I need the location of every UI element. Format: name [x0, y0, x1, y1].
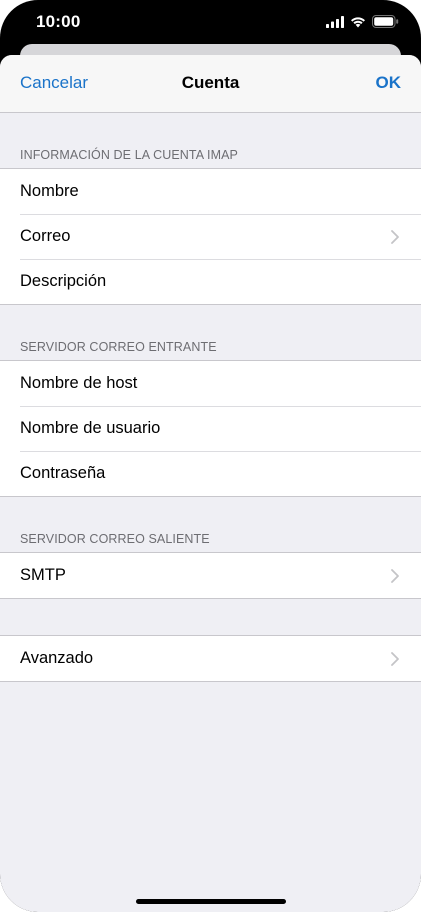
hostname-row[interactable]: Nombre de host [0, 361, 421, 406]
section-header-incoming: SERVIDOR CORREO ENTRANTE [20, 340, 217, 354]
name-label: Nombre [20, 182, 79, 200]
password-label: Contraseña [20, 464, 106, 482]
navigation-bar: Cancelar Cuenta OK [0, 55, 421, 113]
chevron-right-icon [391, 569, 399, 583]
status-icons [326, 15, 399, 28]
smtp-row[interactable]: SMTP [0, 553, 421, 598]
advanced-group: Avanzado [0, 635, 421, 682]
advanced-row[interactable]: Avanzado [0, 636, 421, 681]
account-sheet: Cancelar Cuenta OK INFORMACIÓN DE LA CUE… [0, 55, 421, 912]
status-time: 10:00 [36, 12, 81, 31]
ok-button[interactable]: OK [376, 73, 402, 93]
battery-icon [372, 15, 399, 28]
incoming-group: Nombre de host Nombre de usuario Contras… [0, 360, 421, 497]
chevron-right-icon [391, 652, 399, 666]
cellular-signal-icon [326, 16, 344, 28]
section-header-outgoing: SERVIDOR CORREO SALIENTE [20, 532, 210, 546]
imap-group: Nombre Correo Descripción [0, 168, 421, 305]
notch [104, 0, 316, 30]
home-indicator[interactable] [136, 899, 286, 904]
description-row[interactable]: Descripción [0, 259, 421, 304]
username-row[interactable]: Nombre de usuario [0, 406, 421, 451]
hostname-label: Nombre de host [20, 374, 138, 392]
section-header-imap: INFORMACIÓN DE LA CUENTA IMAP [20, 148, 238, 162]
name-row[interactable]: Nombre [0, 169, 421, 214]
page-title: Cuenta [181, 73, 240, 92]
advanced-label: Avanzado [20, 649, 94, 667]
description-label: Descripción [20, 272, 107, 290]
smtp-label: SMTP [20, 566, 66, 584]
password-row[interactable]: Contraseña [0, 451, 421, 496]
chevron-right-icon [391, 230, 399, 244]
phone-screen: 10:00 Cancelar Cuenta OK INFORMACIÓN DE … [0, 0, 421, 912]
wifi-icon [351, 17, 365, 28]
email-label: Correo [20, 227, 71, 245]
email-row[interactable]: Correo [0, 214, 421, 259]
status-bar: 10:00 [0, 0, 421, 44]
username-label: Nombre de usuario [20, 419, 161, 437]
outgoing-group: SMTP [0, 552, 421, 599]
